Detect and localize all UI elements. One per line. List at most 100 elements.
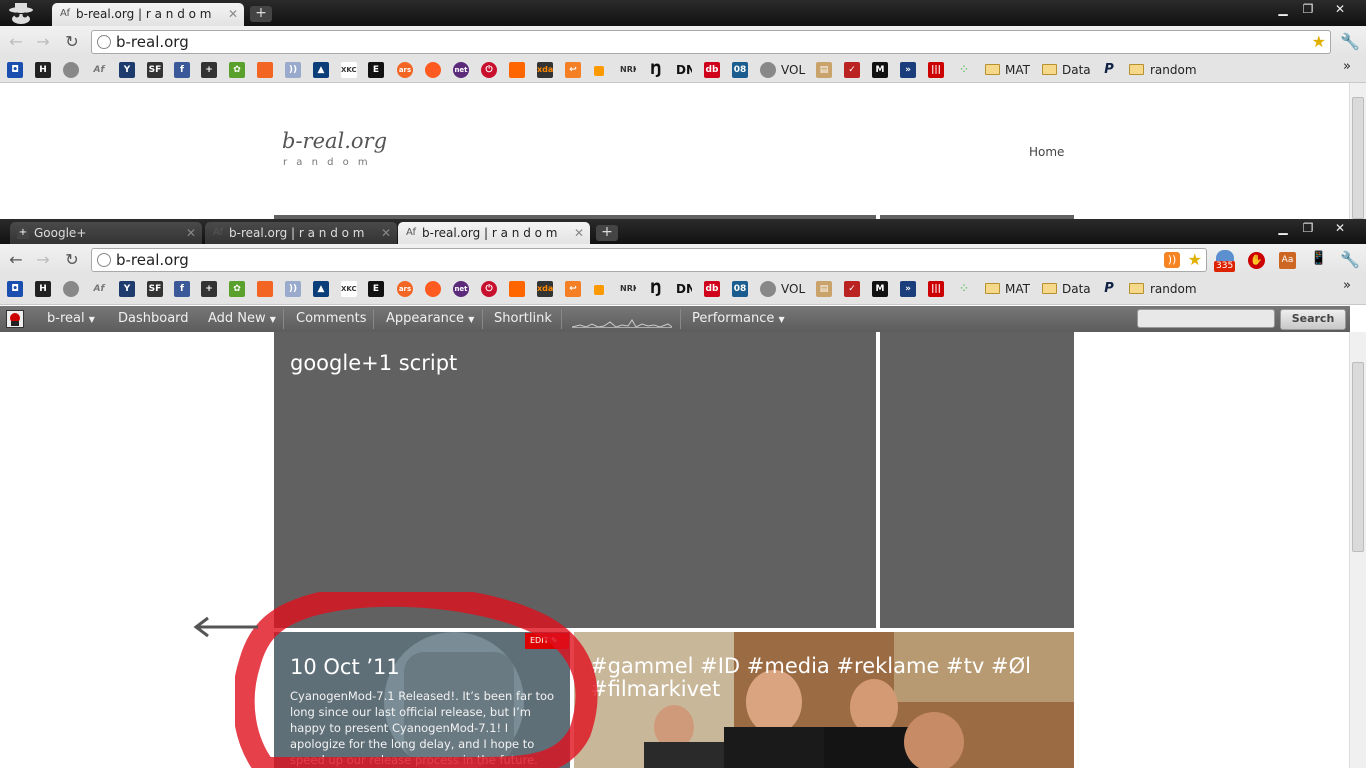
rss-icon[interactable]: )) bbox=[1164, 252, 1180, 268]
wrench-icon[interactable]: 🔧 bbox=[1340, 32, 1360, 52]
bookmark-icon[interactable]: » bbox=[900, 281, 916, 297]
folder-icon[interactable] bbox=[985, 64, 1000, 75]
bookmark-folder-data[interactable]: Data bbox=[1062, 63, 1091, 77]
reload-button[interactable]: ↻ bbox=[62, 32, 82, 52]
scrollbar-thumb[interactable] bbox=[1352, 362, 1364, 552]
bookmark-icon[interactable]: E bbox=[368, 281, 384, 297]
bookmark-vol-label[interactable]: VOL bbox=[781, 282, 805, 296]
chevron-more-icon[interactable]: » bbox=[1343, 278, 1351, 293]
tab-google-plus[interactable]: + Google+ ✕ bbox=[10, 222, 202, 245]
back-button[interactable]: ← bbox=[6, 250, 26, 270]
post-tags-title[interactable]: #gammel #ID #media #reklame #tv #Øl #fil… bbox=[590, 655, 1050, 701]
bookmark-icon[interactable]: ▲ bbox=[313, 62, 329, 78]
bookmark-icon[interactable]: ◘ bbox=[7, 62, 23, 78]
tab-close-icon[interactable]: ✕ bbox=[228, 3, 238, 25]
tab-b-real-2[interactable]: Af b-real.org | r a n d o m ✕ bbox=[398, 222, 590, 245]
xda-icon[interactable]: xda bbox=[537, 281, 553, 297]
bookmark-icon[interactable]: H bbox=[35, 281, 51, 297]
tab-close-icon[interactable]: ✕ bbox=[186, 222, 196, 244]
bookmark-icon[interactable]: Y bbox=[119, 281, 135, 297]
net-icon[interactable]: net bbox=[453, 281, 469, 297]
picasa-icon[interactable]: ✿ bbox=[229, 281, 245, 297]
nav-home-link[interactable]: Home bbox=[1029, 145, 1064, 159]
admin-appearance[interactable]: Appearance ▼ bbox=[386, 306, 474, 332]
bookmark-icon[interactable]: P bbox=[1101, 281, 1117, 297]
bookmark-icon[interactable]: ▤ bbox=[816, 62, 832, 78]
admin-search-input[interactable] bbox=[1137, 309, 1275, 328]
bookmark-star-icon[interactable]: ★ bbox=[1312, 32, 1326, 51]
tab-close-icon[interactable]: ✕ bbox=[574, 222, 584, 244]
new-tab-button[interactable]: + bbox=[596, 225, 618, 241]
bookmark-icon[interactable]: ✓ bbox=[844, 281, 860, 297]
admin-add-new[interactable]: Add New ▼ bbox=[208, 306, 276, 332]
db-icon[interactable]: db bbox=[704, 281, 720, 297]
minimize-button[interactable]: ▁ bbox=[1270, 0, 1296, 18]
admin-shortlink[interactable]: Shortlink bbox=[494, 306, 552, 332]
bookmark-icon[interactable] bbox=[257, 62, 273, 78]
bookmark-folder-mat[interactable]: MAT bbox=[1005, 63, 1030, 77]
bookmark-icon[interactable]: P bbox=[1101, 62, 1117, 78]
bookmark-icon[interactable] bbox=[509, 281, 525, 297]
af-icon[interactable]: Af bbox=[91, 62, 107, 78]
bookmark-icon[interactable]: H bbox=[35, 62, 51, 78]
folder-icon[interactable] bbox=[1129, 283, 1144, 294]
admin-search-button[interactable]: Search bbox=[1280, 309, 1346, 330]
bookmark-icon[interactable]: E bbox=[368, 62, 384, 78]
power-icon[interactable]: ⏻ bbox=[481, 281, 497, 297]
globe-icon[interactable] bbox=[760, 62, 776, 78]
net-icon[interactable]: net bbox=[453, 62, 469, 78]
restore-button[interactable]: ❐ bbox=[1295, 219, 1321, 237]
folder-icon[interactable] bbox=[1042, 64, 1057, 75]
bookmark-vol-label[interactable]: VOL bbox=[781, 63, 805, 77]
bookmark-folder-data[interactable]: Data bbox=[1062, 282, 1091, 296]
tab-close-icon[interactable]: ✕ bbox=[381, 222, 391, 244]
bookmark-icon[interactable]: ||| bbox=[928, 62, 944, 78]
bookmark-icon[interactable]: ◘ bbox=[7, 281, 23, 297]
folder-icon[interactable] bbox=[1129, 64, 1144, 75]
send-to-phone-icon[interactable]: 📱 bbox=[1310, 251, 1328, 269]
tab-b-real-1[interactable]: Af b-real.org | r a n d o m ✕ bbox=[205, 222, 397, 245]
bookmark-icon[interactable]: ↩ bbox=[565, 281, 581, 297]
bookmark-icon[interactable]: Ŋ bbox=[648, 62, 664, 78]
reload-button[interactable]: ↻ bbox=[62, 250, 82, 270]
site-avatar-icon[interactable] bbox=[6, 310, 24, 328]
stats-sparkline-icon[interactable] bbox=[571, 312, 673, 328]
bookmark-icon[interactable] bbox=[594, 285, 604, 295]
xkcd-icon[interactable]: XKCD bbox=[341, 62, 357, 78]
page1-scrollbar[interactable] bbox=[1349, 83, 1366, 220]
admin-dashboard[interactable]: Dashboard bbox=[118, 306, 189, 332]
feed-icon[interactable]: )) bbox=[285, 281, 301, 297]
feed-icon[interactable]: )) bbox=[285, 62, 301, 78]
back-button[interactable]: ← bbox=[6, 32, 26, 52]
nrk-icon[interactable]: NRK bbox=[620, 62, 636, 78]
close-window-button[interactable]: ✕ bbox=[1327, 219, 1353, 237]
new-tab-button[interactable]: + bbox=[250, 6, 272, 22]
nrk-icon[interactable]: NRK bbox=[620, 281, 636, 297]
picasa-icon[interactable]: ✿ bbox=[229, 62, 245, 78]
bookmark-folder-mat[interactable]: MAT bbox=[1005, 282, 1030, 296]
bookmark-icon[interactable]: SF bbox=[147, 62, 163, 78]
featured-post-title[interactable]: google+1 script bbox=[290, 351, 457, 375]
restore-button[interactable]: ❐ bbox=[1295, 0, 1321, 18]
featured-post-panel[interactable] bbox=[274, 332, 876, 628]
dn-icon[interactable]: DN bbox=[676, 62, 692, 78]
bookmark-icon[interactable] bbox=[425, 281, 441, 297]
xkcd-icon[interactable]: XKCD bbox=[341, 281, 357, 297]
forward-button[interactable]: → bbox=[33, 32, 53, 52]
bookmark-folder-random[interactable]: random bbox=[1150, 63, 1197, 77]
folder-icon[interactable] bbox=[985, 283, 1000, 294]
dictionary-icon[interactable]: Aa bbox=[1279, 252, 1296, 269]
adblock-icon[interactable]: ✋ bbox=[1248, 252, 1265, 269]
feed-extension-icon[interactable]: 335 bbox=[1214, 250, 1238, 274]
chevron-more-icon[interactable]: » bbox=[1343, 59, 1351, 74]
facebook-icon[interactable]: f bbox=[174, 281, 190, 297]
bookmark-icon[interactable]: Y bbox=[119, 62, 135, 78]
admin-comments[interactable]: Comments bbox=[296, 306, 366, 332]
bookmark-icon[interactable]: ⁘ bbox=[956, 281, 972, 297]
power-icon[interactable]: ⏻ bbox=[481, 62, 497, 78]
bookmark-icon[interactable]: 08 bbox=[732, 62, 748, 78]
facebook-icon[interactable]: f bbox=[174, 62, 190, 78]
xda-icon[interactable]: xda bbox=[537, 62, 553, 78]
bookmark-folder-random[interactable]: random bbox=[1150, 282, 1197, 296]
admin-site-menu[interactable]: b-real ▼ bbox=[47, 306, 95, 332]
